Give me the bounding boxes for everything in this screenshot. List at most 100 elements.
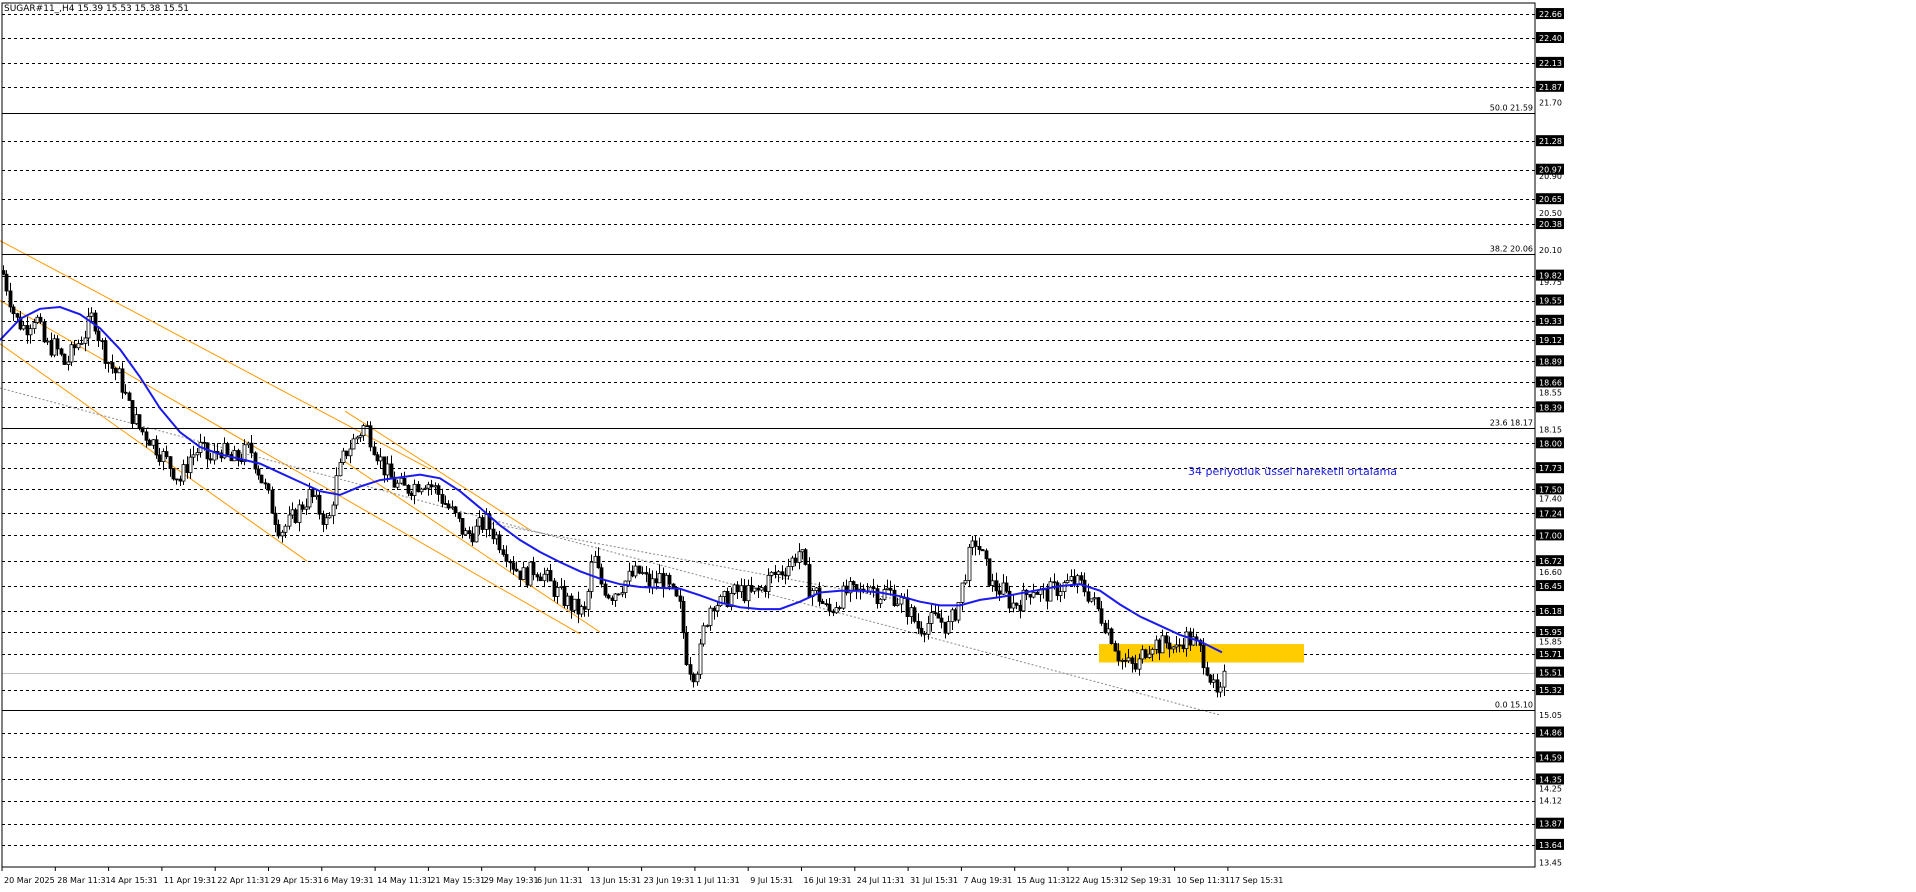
price-axis-label: 18.55 (1539, 389, 1562, 398)
candle-body (1120, 659, 1125, 662)
candle-body (113, 367, 118, 374)
candle-body (548, 570, 553, 582)
time-axis-label: 20 Mar 2025 (4, 876, 55, 885)
candle-body (929, 612, 934, 624)
candle-body (334, 475, 339, 506)
candle-body (1079, 575, 1084, 581)
candle-body (1004, 582, 1009, 592)
price-axis-label: 16.45 (1539, 582, 1562, 591)
candle-body (596, 555, 601, 569)
price-axis-label: 17.24 (1539, 509, 1562, 518)
candle-body (824, 603, 829, 606)
price-axis-label: 17.73 (1539, 464, 1562, 473)
candle-body (151, 439, 156, 446)
candle-body (980, 549, 985, 552)
candle-body (1096, 597, 1101, 610)
candle-body (977, 546, 982, 550)
price-axis-label: 20.90 (1539, 172, 1562, 181)
candle-body (1048, 581, 1053, 602)
candle-body (181, 464, 186, 482)
candle-body (1099, 608, 1104, 624)
candle-body (32, 322, 37, 330)
candle-body (1116, 650, 1121, 662)
time-axis-label: 29 Apr 15:31 (271, 876, 323, 885)
candle-body (463, 530, 468, 535)
candle-body (470, 533, 475, 543)
candle-body (844, 585, 849, 594)
chart-svg[interactable]: 50.0 21.5938.2 20.0623.6 18.170.0 15.10 … (0, 0, 1916, 888)
candle-body (324, 517, 329, 525)
candle-body (283, 525, 288, 533)
candle-body (72, 344, 77, 349)
price-axis-label: 21.28 (1539, 137, 1562, 146)
candle-body (474, 525, 479, 543)
candle-body (1007, 590, 1012, 609)
candle-body (905, 597, 910, 617)
candle-body (763, 587, 768, 593)
candle-body (423, 487, 428, 490)
candle-body (569, 595, 574, 611)
candle-body (603, 583, 608, 596)
candle-body (511, 562, 516, 570)
candle-body (708, 607, 713, 626)
price-axis-label: 19.33 (1539, 317, 1562, 326)
candle-body (746, 585, 751, 602)
time-axis-label: 13 Jun 15:31 (590, 876, 641, 885)
candle-body (973, 540, 978, 547)
candle-body (644, 572, 649, 575)
candle-body (436, 485, 441, 495)
candle-body (49, 340, 54, 356)
candle-body (1222, 670, 1227, 688)
price-axis-label: 17.50 (1539, 485, 1562, 494)
candle-body (926, 623, 931, 635)
candle-body (892, 589, 897, 606)
candle-body (426, 484, 431, 489)
candle-body (831, 610, 836, 614)
fibonacci-level-label: 38.2 20.06 (1490, 245, 1533, 254)
candle-body (446, 503, 451, 509)
candle-body (307, 489, 312, 508)
price-axis-label: 15.05 (1539, 711, 1562, 720)
candle-body (1154, 639, 1159, 650)
candle-body (667, 574, 672, 585)
candle-body (786, 566, 791, 577)
candle-body (759, 587, 764, 591)
candle-body (4, 273, 9, 292)
candle-body (331, 504, 336, 517)
candle-body (1126, 657, 1131, 662)
candle-body (477, 517, 482, 527)
price-axis-label: 18.89 (1539, 357, 1562, 366)
candle-body (310, 489, 315, 498)
candle-body (130, 400, 135, 424)
candle-body (841, 585, 846, 609)
time-axis-label: 28 Mar 11:31 (57, 876, 110, 885)
candle-body (1201, 644, 1206, 669)
candle-body (939, 617, 944, 623)
candle-body (531, 561, 536, 576)
candle-body (62, 353, 67, 365)
candle-body (565, 595, 570, 606)
candle-body (15, 313, 20, 318)
candle-body (1171, 646, 1176, 650)
candle-body (783, 574, 788, 577)
candle-body (630, 570, 635, 577)
price-axis-label: 14.35 (1539, 775, 1562, 784)
candle-body (562, 585, 567, 606)
candle-body (1001, 582, 1006, 595)
price-axis-label: 15.71 (1539, 650, 1562, 659)
candle-body (814, 587, 819, 591)
time-axis-label: 23 Jun 19:31 (644, 876, 695, 885)
candle-body (120, 368, 125, 393)
candle-body (467, 530, 472, 535)
price-axis-label: 19.75 (1539, 278, 1562, 287)
price-axis-label: 17.40 (1539, 495, 1562, 504)
candle-body (263, 482, 268, 485)
time-axis-label: 22 Apr 11:31 (217, 876, 269, 885)
candle-body (1211, 679, 1216, 683)
candle-body (1109, 628, 1114, 644)
candle-body (1028, 594, 1033, 598)
candle-body (1018, 604, 1023, 612)
candle-body (157, 454, 162, 463)
candle-body (1072, 576, 1077, 586)
candle-body (338, 462, 343, 477)
